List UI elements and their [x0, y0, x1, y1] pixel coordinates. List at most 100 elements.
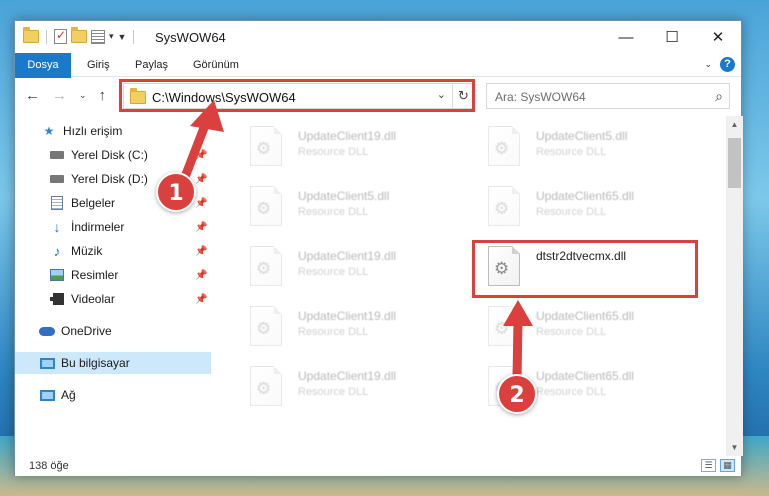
close-button[interactable]: ✕: [695, 21, 741, 53]
up-arrow-icon[interactable]: ↑: [99, 87, 107, 104]
sidebar-item-documents[interactable]: Belgeler 📌: [15, 192, 211, 214]
sidebar-item-label: Yerel Disk (C:): [71, 148, 148, 162]
dll-file-icon: [488, 186, 520, 226]
view-switcher: ☰ ▦: [701, 459, 735, 472]
file-item[interactable]: UpdateClient65.dll Resource DLL: [488, 184, 708, 234]
file-explorer-window: ▾ ▼ SysWOW64 — ☐ ✕ Dosya Giriş Paylaş Gö…: [14, 20, 743, 476]
file-type: Resource DLL: [298, 386, 369, 398]
pin-icon[interactable]: 📌: [195, 222, 207, 233]
sidebar-item-network[interactable]: Ağ: [15, 384, 211, 406]
network-icon: [39, 388, 55, 402]
navigation-pane: ★ Hızlı erişim Yerel Disk (C:) 📌 Yerel D…: [15, 116, 211, 441]
file-type: Resource DLL: [536, 326, 607, 338]
file-item[interactable]: UpdateClient19.dll Resource DLL: [250, 244, 470, 294]
sidebar-item-label: Ağ: [61, 388, 76, 402]
sidebar-item-label: Resimler: [71, 268, 119, 282]
search-icon[interactable]: ⌕: [715, 88, 723, 105]
file-item[interactable]: UpdateClient5.dll Resource DLL: [250, 184, 470, 234]
pin-icon[interactable]: 📌: [195, 270, 207, 281]
help-icon[interactable]: ?: [720, 57, 735, 72]
pin-icon[interactable]: 📌: [195, 198, 207, 209]
file-item[interactable]: UpdateClient19.dll Resource DLL: [250, 364, 470, 414]
file-type: Resource DLL: [298, 146, 369, 158]
videos-icon: [49, 292, 65, 306]
dll-file-icon: [488, 246, 520, 286]
file-name: UpdateClient65.dll: [536, 309, 635, 323]
dll-file-icon: [250, 306, 282, 346]
file-name: UpdateClient65.dll: [536, 189, 635, 203]
sidebar-item-label: İndirmeler: [71, 220, 125, 234]
search-placeholder: Ara: SysWOW64: [495, 90, 586, 104]
minimize-button[interactable]: —: [603, 21, 649, 53]
file-item[interactable]: UpdateClient19.dll Resource DLL: [250, 304, 470, 354]
sidebar-item-this-pc[interactable]: Bu bilgisayar: [15, 352, 211, 374]
download-icon: ↓: [53, 219, 61, 235]
target-dll-file[interactable]: dtstr2dtvecmx.dll: [488, 244, 708, 294]
status-bar: 138 öğe ☰ ▦: [15, 458, 741, 476]
title-bar: ▾ ▼ SysWOW64 — ☐ ✕: [15, 21, 741, 53]
back-arrow-icon[interactable]: ←: [25, 87, 40, 104]
recent-locations-icon[interactable]: ⌄: [79, 90, 87, 101]
dropdown-arrow-icon[interactable]: ▾: [109, 31, 114, 42]
sidebar-item-label: Videolar: [71, 292, 115, 306]
file-name: UpdateClient19.dll: [298, 309, 397, 323]
drive-icon: [49, 172, 65, 186]
window-title: SysWOW64: [155, 30, 226, 45]
pin-icon[interactable]: 📌: [195, 294, 207, 305]
file-item[interactable]: UpdateClient19.dll Resource DLL: [250, 124, 470, 174]
sidebar-item-pictures[interactable]: Resimler 📌: [15, 264, 211, 286]
sidebar-item-local-disk-d[interactable]: Yerel Disk (D:) 📌: [15, 168, 211, 190]
sidebar-item-music[interactable]: ♪ Müzik 📌: [15, 240, 211, 262]
details-view-icon[interactable]: ☰: [701, 459, 716, 472]
file-type: Resource DLL: [536, 386, 607, 398]
quick-access-toolbar: ▾ ▼: [23, 27, 137, 44]
search-box[interactable]: Ara: SysWOW64 ⌕: [486, 83, 730, 109]
vertical-scrollbar[interactable]: ▲ ▼: [726, 116, 743, 456]
sidebar-item-onedrive[interactable]: OneDrive: [15, 320, 211, 342]
file-type: Resource DLL: [298, 266, 369, 278]
sidebar-item-downloads[interactable]: ↓ İndirmeler 📌: [15, 216, 211, 238]
star-icon: ★: [43, 124, 55, 138]
sidebar-item-label: Yerel Disk (D:): [71, 172, 148, 186]
file-type: Resource DLL: [536, 206, 607, 218]
pictures-icon: [49, 268, 65, 282]
file-name: UpdateClient19.dll: [298, 369, 397, 383]
forward-arrow-icon[interactable]: →: [52, 87, 67, 104]
tab-view[interactable]: Görünüm: [183, 53, 249, 77]
file-item[interactable]: UpdateClient5.dll Resource DLL: [488, 124, 708, 174]
toolbar-separator: [133, 29, 135, 44]
file-name: UpdateClient19.dll: [298, 249, 397, 263]
drive-icon: [49, 148, 65, 162]
dll-file-icon: [488, 366, 520, 406]
file-item[interactable]: UpdateClient65.dll Resource DLL: [488, 304, 708, 354]
new-folder-icon[interactable]: [71, 27, 87, 43]
large-icons-view-icon[interactable]: ▦: [720, 459, 735, 472]
scroll-up-icon[interactable]: ▲: [726, 116, 743, 133]
expand-ribbon-icon[interactable]: ⌄: [704, 59, 712, 70]
pin-icon[interactable]: 📌: [195, 150, 207, 161]
sidebar-item-label: Müzik: [71, 244, 103, 258]
toolbar-separator: [46, 29, 47, 44]
navigation-bar: ← → ⌄ ↑ C:\Windows\SysWOW64 ⌄ ↻ Ara: Sys…: [15, 78, 741, 114]
scroll-down-icon[interactable]: ▼: [726, 439, 743, 456]
properties-icon[interactable]: [91, 29, 105, 44]
window-controls: — ☐ ✕: [603, 21, 741, 53]
sidebar-item-quick-access[interactable]: ★ Hızlı erişim: [41, 120, 211, 142]
sidebar-item-videos[interactable]: Videolar 📌: [15, 288, 211, 310]
tab-share[interactable]: Paylaş: [125, 53, 178, 77]
pin-icon[interactable]: 📌: [195, 174, 207, 185]
ribbon-right-controls: ⌄ ?: [704, 57, 735, 72]
tab-home[interactable]: Giriş: [77, 53, 120, 77]
properties-check-icon[interactable]: [54, 28, 67, 44]
maximize-button[interactable]: ☐: [649, 21, 695, 53]
file-type: Resource DLL: [298, 326, 369, 338]
customize-toolbar-icon[interactable]: ▼: [118, 32, 127, 42]
pin-icon[interactable]: 📌: [195, 246, 207, 257]
ribbon-tabs: Dosya Giriş Paylaş Görünüm ⌄ ?: [15, 53, 741, 103]
scrollbar-thumb[interactable]: [728, 138, 741, 188]
file-type: Resource DLL: [298, 206, 369, 218]
computer-icon: [39, 356, 55, 370]
file-item[interactable]: UpdateClient65.dll Resource DLL: [488, 364, 708, 414]
sidebar-item-local-disk-c[interactable]: Yerel Disk (C:) 📌: [15, 144, 211, 166]
file-name: UpdateClient5.dll: [298, 189, 390, 203]
